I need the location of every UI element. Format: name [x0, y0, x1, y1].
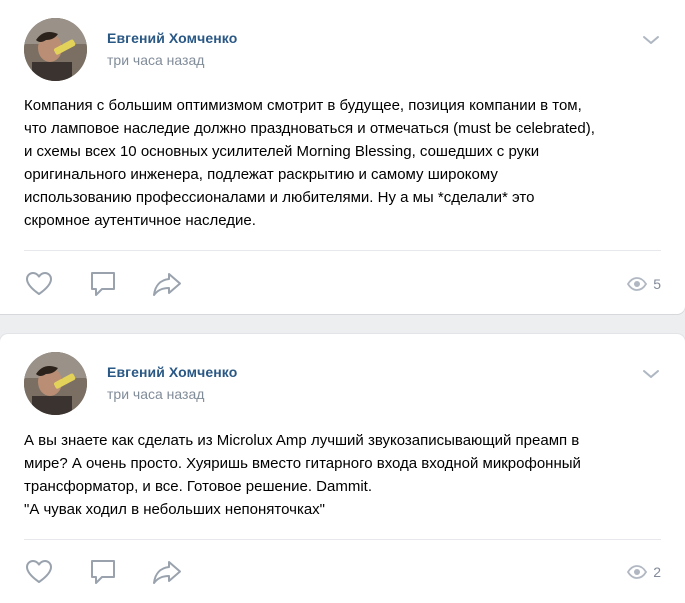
post-text-line: использованию профессионалами и любителя… [24, 189, 535, 206]
post-text-line: Компания с большим оптимизмом смотрит в … [24, 97, 582, 114]
post-menu-button[interactable] [641, 367, 661, 381]
post-text-line: "А чувак ходил в небольших непоняточках" [24, 501, 326, 518]
eye-icon [627, 565, 648, 579]
share-icon [153, 561, 181, 584]
eye-icon [627, 277, 648, 291]
post-text: А вы знаете как сделать из Microlux Amp … [24, 429, 664, 521]
post-text-line: оригинального инженера, подлежат раскрыт… [24, 166, 498, 183]
share-button[interactable] [151, 556, 183, 588]
like-button[interactable] [23, 556, 55, 588]
comment-icon [91, 272, 115, 296]
post-text-line: что ламповое наследие должно праздновать… [24, 120, 595, 137]
post-menu-button[interactable] [641, 33, 661, 47]
share-icon [153, 273, 181, 296]
post-text-line: А вы знаете как сделать из Microlux Amp … [24, 432, 580, 449]
avatar[interactable] [24, 352, 87, 415]
avatar[interactable] [24, 18, 87, 81]
post-text: Компания с большим оптимизмом смотрит в … [24, 94, 664, 232]
views-count: 5 [653, 276, 661, 292]
comment-button[interactable] [87, 556, 119, 588]
views-count: 2 [653, 564, 661, 580]
avatar-image [24, 18, 87, 81]
author-name[interactable]: Евгений Хомченко [107, 30, 237, 46]
chevron-down-icon [643, 370, 659, 378]
views-counter: 2 [627, 564, 661, 580]
post-text-line: трансформатор, и все. Готовое решение. D… [24, 478, 372, 495]
post-text-line: скромное аутентичное наследие. [24, 212, 256, 229]
post-time[interactable]: три часа назад [107, 52, 204, 68]
post-text-line: мире? А очень просто. Хуяришь вместо гит… [24, 455, 581, 472]
divider [24, 250, 661, 251]
like-button[interactable] [23, 268, 55, 300]
views-counter: 5 [627, 276, 661, 292]
heart-icon [26, 560, 52, 583]
share-button[interactable] [151, 268, 183, 300]
avatar-image [24, 352, 87, 415]
post-card: Евгений Хомченко три часа назад А вы зна… [0, 334, 685, 603]
divider [24, 539, 661, 540]
chevron-down-icon [643, 36, 659, 44]
post-card: Евгений Хомченко три часа назад Компания… [0, 0, 685, 314]
post-time[interactable]: три часа назад [107, 386, 204, 402]
author-name[interactable]: Евгений Хомченко [107, 364, 237, 380]
heart-icon [26, 272, 52, 295]
comment-icon [91, 560, 115, 584]
post-text-line: и схемы всех 10 основных усилителей Morn… [24, 143, 540, 160]
comment-button[interactable] [87, 268, 119, 300]
